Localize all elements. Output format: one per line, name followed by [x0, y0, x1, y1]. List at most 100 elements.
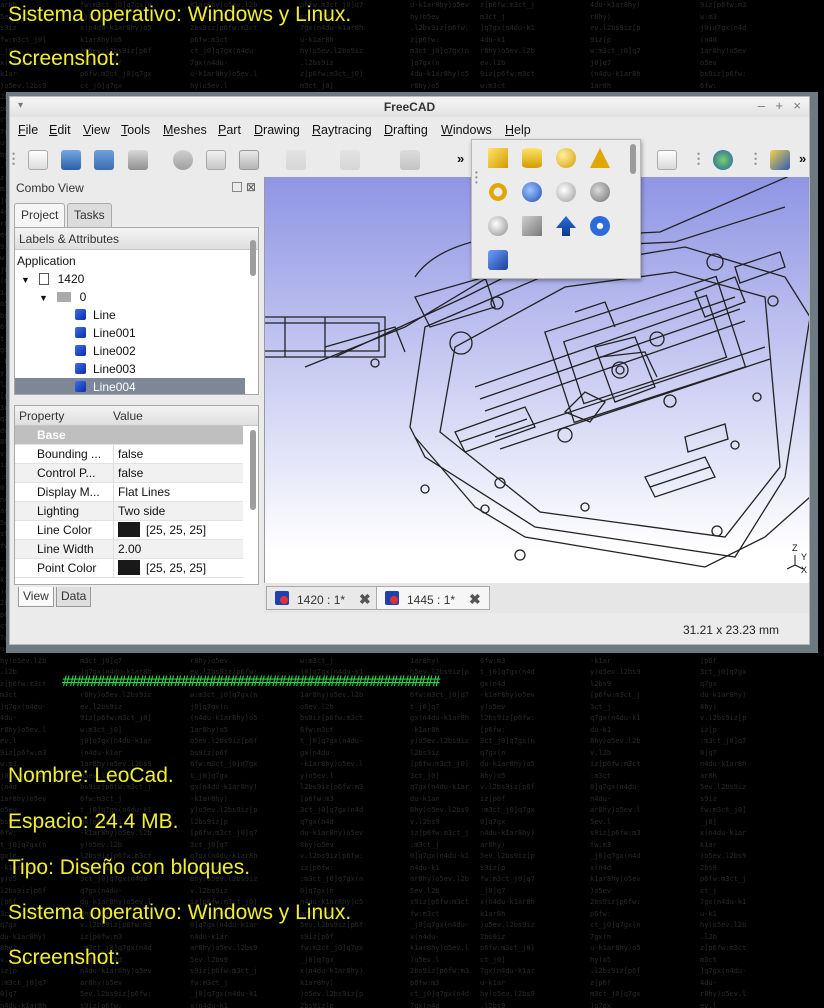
property-group-base[interactable]: Base [15, 426, 243, 445]
fuse-icon[interactable] [590, 182, 610, 202]
property-row[interactable]: Control P... false [15, 464, 243, 483]
cylinder-icon[interactable] [522, 148, 542, 168]
tree-item-line003[interactable]: Line003 [75, 360, 136, 378]
status-dimensions: 31.21 x 23.23 mm [682, 623, 779, 637]
main-toolbar: ••• » ••• ••• ••• » [10, 145, 809, 175]
palette-handle[interactable] [630, 144, 636, 174]
refresh-icon[interactable] [400, 150, 420, 170]
menu-view[interactable]: View [83, 123, 110, 137]
undo-icon[interactable] [286, 150, 306, 170]
document-tab-1445[interactable]: 1445 : 1* ✖ [376, 586, 490, 610]
tree-item-line001[interactable]: Line001 [75, 324, 136, 342]
tree-root-application[interactable]: Application [17, 252, 76, 270]
property-row[interactable]: Lighting Two side [15, 502, 243, 521]
tab-project[interactable]: Project [14, 203, 66, 227]
caption-top-os: Sistema operativo: Windows y Linux. [8, 3, 352, 26]
part-cube-icon [75, 345, 86, 356]
redo-icon[interactable] [340, 150, 360, 170]
part-cube-icon [75, 327, 86, 338]
menu-help[interactable]: Help [505, 123, 531, 137]
tab-tasks[interactable]: Tasks [67, 203, 112, 227]
color-swatch[interactable] [118, 522, 140, 537]
mirror-icon[interactable] [488, 250, 508, 270]
property-view: Property Value Base Bounding ... false Co… [14, 405, 259, 585]
new-sketch-icon[interactable] [657, 150, 677, 170]
tree-item-line004[interactable]: Line004 [15, 378, 245, 394]
property-row[interactable]: Display M... Flat Lines [15, 483, 243, 502]
property-row[interactable]: Point Color [25, 25, 25] [15, 559, 243, 578]
color-swatch[interactable] [118, 560, 140, 575]
tree-document[interactable]: ▼ 1420 [21, 270, 84, 288]
toolbar-overflow-right-icon[interactable]: » [799, 151, 806, 166]
tab-data[interactable]: Data [56, 587, 92, 607]
tree-item-line[interactable]: Line [75, 306, 116, 324]
common-icon[interactable] [488, 216, 508, 236]
menu-part[interactable]: Part [218, 123, 241, 137]
menu-drafting[interactable]: Drafting [384, 123, 428, 137]
toolbar-grip-icon: ••• [754, 149, 758, 169]
column-property: Property [19, 409, 65, 423]
combo-view-title: Combo View [16, 181, 84, 195]
menu-drawing[interactable]: Drawing [254, 123, 300, 137]
cut-icon[interactable] [173, 150, 193, 170]
close-tab-icon[interactable]: ✖ [359, 591, 371, 607]
revolve-icon[interactable] [590, 216, 610, 236]
open-folder-icon[interactable] [61, 150, 81, 170]
expand-arrow-icon[interactable]: ▼ [21, 275, 30, 285]
maximize-button[interactable]: + [775, 98, 783, 113]
property-scrollbar[interactable] [250, 430, 256, 510]
menu-edit[interactable]: Edit [49, 123, 71, 137]
freecad-screenshot: ▾ FreeCAD – + × File Edit View Tools Mes… [6, 92, 818, 653]
title-bar: ▾ FreeCAD – + × [10, 97, 809, 117]
tree-item-line002[interactable]: Line002 [75, 342, 136, 360]
freecad-window: ▾ FreeCAD – + × File Edit View Tools Mes… [9, 96, 810, 645]
tree-scrollbar[interactable] [250, 240, 256, 276]
boolean-icon[interactable] [522, 182, 542, 202]
close-panel-icon[interactable]: ⊠ [246, 180, 256, 194]
cut-shape-icon[interactable] [556, 182, 576, 202]
part-toolbar-palette: • • • [471, 139, 641, 279]
print-icon[interactable] [128, 150, 148, 170]
box-icon[interactable] [488, 148, 508, 168]
macro-icon[interactable] [770, 150, 790, 170]
new-document-icon[interactable] [28, 150, 48, 170]
combo-view-panel: Combo View ⊠ Project Tasks Labels & Attr… [12, 177, 261, 613]
caption-type: Tipo: Diseño con bloques. [8, 856, 251, 879]
paste-icon[interactable] [239, 150, 259, 170]
extrude-icon[interactable] [556, 216, 576, 236]
property-row[interactable]: Bounding ... false [15, 445, 243, 464]
menu-windows[interactable]: Windows [441, 123, 492, 137]
tab-view[interactable]: View [18, 587, 54, 607]
axis-x-label: X [801, 565, 808, 575]
menu-raytracing[interactable]: Raytracing [312, 123, 372, 137]
column-value: Value [113, 409, 143, 423]
cone-icon[interactable] [590, 148, 610, 168]
close-tab-icon[interactable]: ✖ [469, 591, 481, 607]
workbench-icon[interactable] [713, 150, 733, 170]
tree-group[interactable]: ▼ 0 [39, 288, 86, 306]
menu-meshes[interactable]: Meshes [163, 123, 207, 137]
document-icon [275, 591, 289, 605]
torus-icon[interactable] [488, 182, 508, 202]
save-icon[interactable] [94, 150, 114, 170]
tree-header: Labels & Attributes [15, 228, 258, 250]
expand-arrow-icon[interactable]: ▼ [39, 293, 48, 303]
tree-view: Labels & Attributes Application ▼ 1420 ▼… [14, 227, 259, 395]
property-row[interactable]: Line Color [25, 25, 25] [15, 521, 243, 540]
toolbar-overflow-left-icon[interactable]: » [457, 151, 464, 166]
part-cube-icon [75, 309, 86, 320]
close-button[interactable]: × [793, 98, 801, 113]
part-cube-icon [75, 363, 86, 374]
section-icon[interactable] [522, 216, 542, 236]
status-bar: 31.21 x 23.23 mm [10, 617, 809, 643]
property-row[interactable]: Line Width 2.00 [15, 540, 243, 559]
minimize-button[interactable]: – [758, 98, 765, 113]
menu-tools[interactable]: Tools [121, 123, 150, 137]
menu-file[interactable]: File [18, 123, 38, 137]
palette-grip-icon: • • • [475, 168, 478, 187]
document-tab-1420[interactable]: 1420 : 1* ✖ [266, 586, 380, 610]
copy-icon[interactable] [206, 150, 226, 170]
sphere-icon[interactable] [556, 148, 576, 168]
float-panel-icon[interactable] [232, 182, 242, 192]
folder-icon [57, 292, 72, 302]
